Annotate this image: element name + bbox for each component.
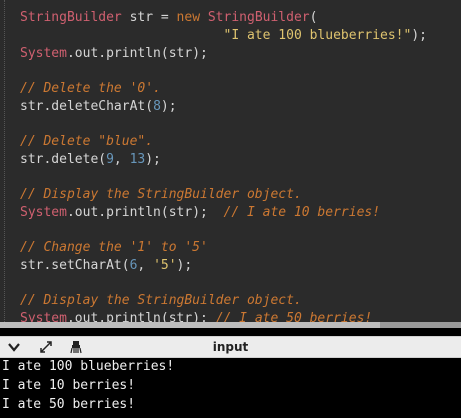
app-root: StringBuilder str = new StringBuilder( "…	[0, 0, 461, 418]
code-token: str.deleteCharAt(	[20, 99, 154, 114]
code-editor[interactable]: StringBuilder str = new StringBuilder( "…	[0, 0, 461, 328]
code-token: str.delete(	[20, 152, 107, 167]
code-token: // Display the StringBuilder object.	[20, 187, 302, 202]
code-token: ,	[113, 152, 130, 167]
code-token: ,	[137, 258, 154, 273]
output-line: I ate 10 berries!	[2, 378, 136, 393]
code-token: );	[145, 152, 161, 167]
code-token: new	[176, 10, 201, 25]
output-console[interactable]: I ate 100 blueberries! I ate 10 berries!…	[0, 358, 461, 418]
code-token: // Delete "blue".	[20, 134, 154, 149]
code-token: System	[20, 46, 67, 61]
code-token: "I ate 100 blueberries!"	[223, 28, 412, 43]
code-token: 13	[129, 152, 146, 167]
code-line: StringBuilder str = new StringBuilder(	[20, 9, 317, 27]
code-token: );	[411, 28, 427, 43]
output-line: I ate 50 berries!	[2, 397, 136, 412]
code-line: str.setCharAt(6, '5');	[20, 257, 192, 275]
code-token: 9	[106, 152, 114, 167]
code-token: StringBuilder	[207, 10, 310, 25]
code-token: );	[160, 99, 177, 114]
code-token: StringBuilder	[20, 10, 122, 25]
code-line: "I ate 100 blueberries!");	[20, 27, 428, 45]
code-token: // Display the StringBuilder object.	[20, 293, 302, 308]
horizontal-scrollbar-thumb[interactable]	[0, 322, 380, 328]
code-line: // Delete "blue".	[20, 133, 153, 151]
panel-title: input	[212, 340, 249, 354]
output-panel-toolbar: input	[0, 336, 461, 358]
code-line: str.delete(9, 13);	[20, 151, 161, 169]
code-token: str =	[121, 10, 177, 25]
code-token: // I ate 10 berries!	[223, 205, 381, 220]
code-token: System	[20, 205, 67, 220]
indent-guide	[4, 0, 5, 328]
code-token: .out.println(str);	[66, 205, 224, 220]
code-line: // Delete the '0'.	[20, 80, 161, 98]
code-line: // Display the StringBuilder object.	[20, 186, 302, 204]
code-token: 8	[153, 99, 161, 114]
code-token: // Change the '1' to '5'	[20, 240, 208, 255]
code-token: str.setCharAt(	[20, 258, 130, 273]
code-token: (	[309, 10, 318, 25]
code-line: // Display the StringBuilder object.	[20, 292, 302, 310]
code-line: System.out.println(str);	[20, 45, 208, 63]
code-token: '5'	[153, 258, 177, 273]
code-line: str.deleteCharAt(8);	[20, 98, 177, 116]
code-token: .out.println(str);	[66, 46, 208, 61]
code-token: );	[176, 258, 193, 273]
code-token: // Delete the '0'.	[20, 81, 161, 96]
output-line: I ate 100 blueberries!	[2, 359, 175, 374]
code-line: System.out.println(str); // I ate 10 ber…	[20, 204, 380, 222]
code-line: // Change the '1' to '5'	[20, 239, 208, 257]
